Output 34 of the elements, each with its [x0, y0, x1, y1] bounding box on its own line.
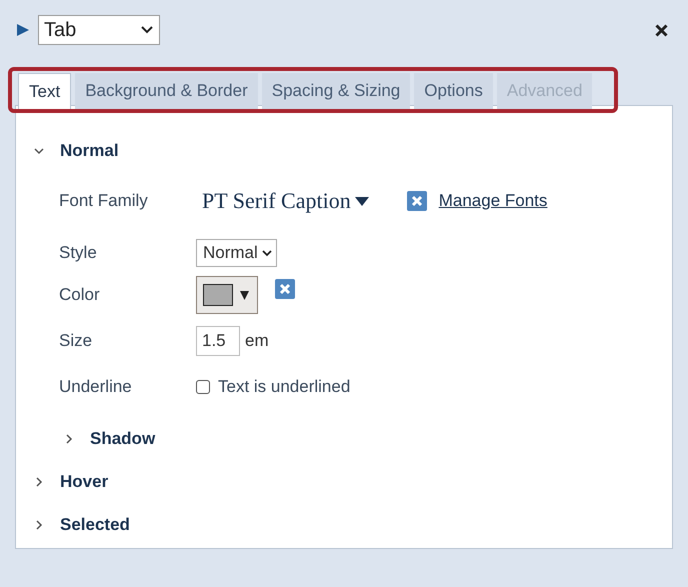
style-select[interactable]: Normal: [196, 239, 277, 267]
caret-icon: [240, 290, 249, 300]
caret-icon: [354, 196, 369, 206]
checkbox[interactable]: [196, 380, 210, 394]
chevron-icon[interactable]: [34, 146, 44, 156]
element-select[interactable]: Tab: [38, 15, 160, 45]
color-picker[interactable]: [196, 276, 258, 314]
section-title[interactable]: Selected: [60, 514, 130, 534]
remove-icon[interactable]: [406, 191, 427, 211]
section-title[interactable]: Shadow: [90, 428, 156, 448]
caret-icon: [262, 250, 272, 256]
field-label: Color: [59, 285, 101, 305]
remove-icon[interactable]: [275, 279, 295, 299]
manage-fonts-link[interactable]: Manage Fonts: [438, 191, 548, 211]
tab[interactable]: Background & Border: [75, 73, 258, 109]
tab[interactable]: Text: [18, 73, 72, 109]
field-label: Underline: [59, 377, 133, 397]
checkbox-label[interactable]: Text is underlined: [218, 377, 350, 397]
section-title[interactable]: Normal: [60, 141, 119, 161]
tab[interactable]: Spacing & Sizing: [262, 73, 410, 109]
unit-label: em: [245, 331, 269, 351]
chevron-icon[interactable]: [34, 520, 44, 530]
field-label: Font Family: [59, 191, 149, 211]
caret-icon: [141, 26, 153, 34]
tab[interactable]: Options: [414, 73, 493, 109]
size-input[interactable]: 1.5: [196, 326, 240, 356]
close-icon[interactable]: [655, 24, 668, 36]
chevron-icon[interactable]: [64, 434, 74, 444]
field-label: Style: [59, 243, 98, 263]
field-label: Size: [59, 331, 94, 351]
chevron-icon[interactable]: [34, 476, 44, 486]
play-icon[interactable]: [16, 23, 30, 37]
section-title[interactable]: Hover: [60, 472, 108, 492]
font-dropdown[interactable]: PT Serif Caption: [202, 188, 369, 214]
